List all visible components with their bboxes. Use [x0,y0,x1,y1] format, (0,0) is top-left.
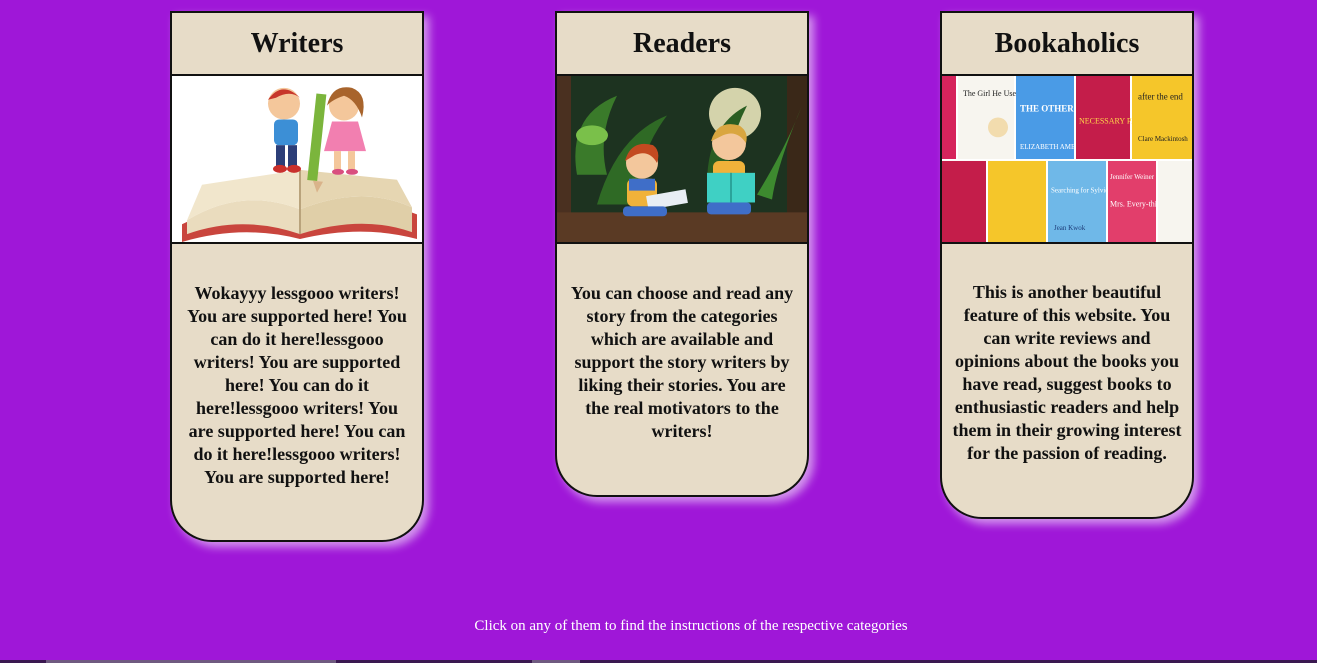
cover-jennifer-weiner: Jennifer Weiner [1110,173,1155,181]
cover-jean-kwok: Jean Kwok [1054,224,1086,232]
cover-mrs-everything: Mrs. Every-thing [1110,199,1165,208]
book-covers-collage: The Girl He Used to Know THE OTHER'S GOL… [942,76,1192,242]
writers-title: Writers [172,13,422,76]
bookaholics-title: Bookaholics [942,13,1192,76]
readers-card[interactable]: Readers You can choose and read any stor… [555,11,809,497]
cover-clare-mackintosh: Clare Mackintosh [1138,135,1188,143]
readers-illustration [557,76,807,242]
footer-instructions: Click on any of them to find the instruc… [474,618,908,634]
readers-image [557,76,807,244]
cover-after-the-end: after the end [1138,92,1183,102]
writers-image [172,76,422,244]
bookaholics-card[interactable]: Bookaholics The Girl He Used to Know THE… [940,11,1194,519]
writers-illustration [172,76,422,242]
cover-elizabeth-ames: ELIZABETH AMES [1020,143,1079,151]
bookaholics-description: This is another beautiful feature of thi… [952,282,1182,463]
readers-title: Readers [557,13,807,76]
writers-card[interactable]: Writers Wokayyy lessgooo writers! You ar… [170,11,424,542]
bookaholics-image: The Girl He Used to Know THE OTHER'S GOL… [942,76,1192,244]
readers-description: You can choose and read any story from t… [570,283,794,441]
writers-description: Wokayyy lessgooo writers! You are suppor… [187,283,407,487]
